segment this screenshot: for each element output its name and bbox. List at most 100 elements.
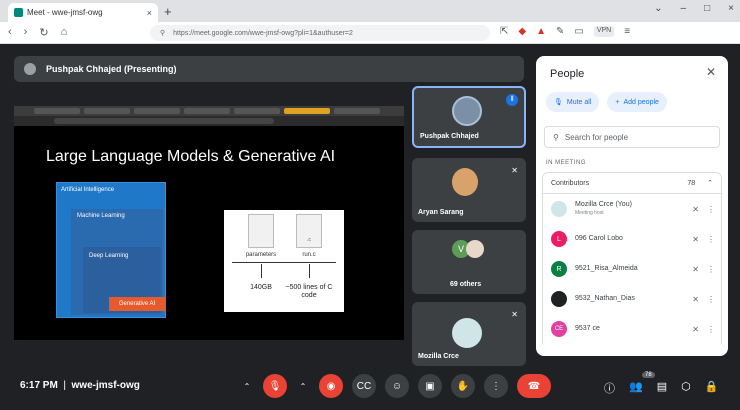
raise-hand-button[interactable]: ✋	[451, 374, 475, 398]
arrow-1	[261, 264, 262, 278]
meet-stage: Pushpak Chhajed (Presenting) Large Langu…	[0, 44, 740, 410]
more-options-icon[interactable]: ⋮	[707, 205, 715, 214]
site-info-icon[interactable]: ⚲	[160, 29, 165, 37]
present-button[interactable]: ▣	[418, 374, 442, 398]
side-controls: ⓘ 👥 ▤ ⬡ 🔒	[604, 380, 718, 396]
camera-toggle-button[interactable]: ◉	[319, 374, 343, 398]
participant-tile-mozilla[interactable]: ✕ Mozilla Crce	[412, 302, 526, 366]
participant-name: Mozilla Crce (You) Meeting host	[575, 201, 632, 216]
browser-tab-meet[interactable]: Meet - wwe-jmsf-owg ×	[8, 3, 158, 22]
vpn-button[interactable]: VPN	[593, 26, 615, 37]
tab-search-icon[interactable]: ⌄	[654, 3, 662, 14]
genai-label: Generative AI	[109, 297, 165, 311]
chevron-up-icon: ⌃	[707, 180, 713, 187]
brave-shield-icon[interactable]: ◆	[518, 26, 526, 37]
list-item[interactable]: 9532_Nathan_Dias ✕ ⋮	[543, 284, 721, 314]
contributors-label: Contributors	[551, 179, 590, 187]
window-controls: ⌄ – □ ×	[654, 3, 734, 14]
shared-address-bar	[14, 116, 404, 126]
mic-options-button[interactable]: ⌃	[240, 374, 254, 398]
mute-all-button[interactable]: 🎙 Mute all	[546, 92, 600, 112]
share-icon[interactable]: ⇱	[500, 26, 508, 37]
more-options-icon[interactable]: ⋮	[707, 235, 715, 244]
forward-button[interactable]: ›	[24, 26, 28, 39]
people-title: People	[550, 68, 585, 80]
info-icon[interactable]: ⓘ	[604, 380, 615, 396]
url-text: https://meet.google.com/wwe-jmsf-owg?pli…	[173, 29, 353, 37]
more-options-icon[interactable]: ⋮	[707, 295, 715, 304]
captions-button[interactable]: CC	[352, 374, 376, 398]
slide: Large Language Models & Generative AI Ar…	[14, 126, 404, 340]
tab-title: Meet - wwe-jmsf-owg	[27, 8, 103, 17]
url-field[interactable]: ⚲ https://meet.google.com/wwe-jmsf-owg?p…	[150, 25, 490, 41]
more-options-icon[interactable]: ⋮	[707, 265, 715, 274]
mic-off-icon: ✕	[511, 310, 518, 319]
search-icon: ⚲	[553, 132, 559, 142]
avatar: L	[551, 231, 567, 247]
menu-icon[interactable]: ≡	[624, 26, 630, 37]
mic-off-icon[interactable]: ✕	[692, 295, 699, 304]
new-tab-button[interactable]: +	[164, 4, 172, 19]
emoji-button[interactable]: ☺	[385, 374, 409, 398]
participant-name: Aryan Sarang	[418, 209, 464, 216]
ml-label: Machine Learning	[77, 213, 125, 219]
close-icon[interactable]: ✕	[706, 65, 716, 79]
rewards-icon[interactable]: ▲	[536, 26, 546, 37]
people-icon[interactable]: 👥	[629, 380, 643, 396]
list-item[interactable]: CE 9537 ce ✕ ⋮	[543, 314, 721, 344]
divider	[232, 262, 336, 263]
host-controls-icon[interactable]: 🔒	[705, 380, 719, 396]
presenter-label: Pushpak Chhajed (Presenting)	[46, 64, 177, 74]
mic-off-icon[interactable]: ✕	[692, 205, 699, 214]
mic-off-icon: 🎙	[554, 99, 563, 106]
parameters-file-icon	[248, 214, 274, 248]
contributors-header[interactable]: Contributors 78 ⌃	[542, 172, 722, 194]
dl-box: Deep Learning Generative AI	[83, 247, 165, 313]
mic-off-icon[interactable]: ✕	[692, 265, 699, 274]
other-avatar-2	[466, 240, 484, 258]
edit-icon[interactable]: ✎	[556, 26, 564, 37]
list-item[interactable]: R 9521_Risa_Almeida ✕ ⋮	[543, 254, 721, 284]
meet-favicon-icon	[14, 8, 23, 17]
search-people-input[interactable]: ⚲ Search for people	[544, 126, 720, 148]
more-options-icon[interactable]: ⋮	[707, 325, 715, 334]
camera-options-button[interactable]: ⌃	[296, 374, 310, 398]
add-people-label: Add people	[623, 98, 659, 106]
participant-tile-aryan[interactable]: ✕ Aryan Sarang	[412, 158, 526, 222]
back-button[interactable]: ‹	[8, 26, 12, 39]
search-placeholder: Search for people	[564, 132, 629, 142]
list-item[interactable]: Mozilla Crce (You) Meeting host ✕ ⋮	[543, 194, 721, 224]
reload-button[interactable]: ↻	[39, 26, 48, 39]
participant-name: Mozilla Crce	[418, 353, 459, 360]
participant-name: 69 others	[450, 281, 482, 288]
participant-tile-others[interactable]: V 69 others	[412, 230, 526, 294]
participants-badge: 78	[642, 372, 655, 378]
minimize-button[interactable]: –	[681, 3, 687, 14]
more-options-button[interactable]: ⋮	[484, 374, 508, 398]
home-button[interactable]: ⌂	[61, 26, 68, 39]
participant-name: 9537 ce	[575, 325, 600, 332]
file2-label: run.c	[302, 252, 316, 258]
maximize-button[interactable]: □	[704, 3, 710, 14]
sidebar-icon[interactable]: ▭	[574, 26, 583, 37]
chat-icon[interactable]: ▤	[657, 380, 667, 396]
participant-tile-pushpak[interactable]: ⦀ Pushpak Chhajed	[412, 86, 526, 148]
arrow-2	[309, 264, 310, 278]
leave-call-button[interactable]: ☎	[517, 374, 551, 398]
size-1: 140GB	[250, 284, 272, 291]
call-controls: ⌃ 🎙 ⌃ ◉ CC ☺ ▣ ✋ ⋮ ☎	[240, 374, 551, 398]
close-window-button[interactable]: ×	[728, 3, 734, 14]
add-people-button[interactable]: + Add people	[607, 92, 667, 112]
avatar	[551, 201, 567, 217]
list-item[interactable]: L 096 Carol Lobo ✕ ⋮	[543, 224, 721, 254]
slide-title: Large Language Models & Generative AI	[46, 148, 336, 165]
mic-off-icon[interactable]: ✕	[692, 235, 699, 244]
meeting-code: wwe-jmsf-owg	[71, 380, 140, 391]
mic-off-icon[interactable]: ✕	[692, 325, 699, 334]
participant-name: 096 Carol Lobo	[575, 235, 623, 242]
activities-icon[interactable]: ⬡	[681, 380, 691, 396]
llm-files-card: .c parameters run.c 140GB ~500 lines of …	[224, 210, 344, 312]
mic-toggle-button[interactable]: 🎙	[263, 374, 287, 398]
close-tab-icon[interactable]: ×	[147, 8, 152, 18]
mute-all-label: Mute all	[566, 98, 592, 106]
